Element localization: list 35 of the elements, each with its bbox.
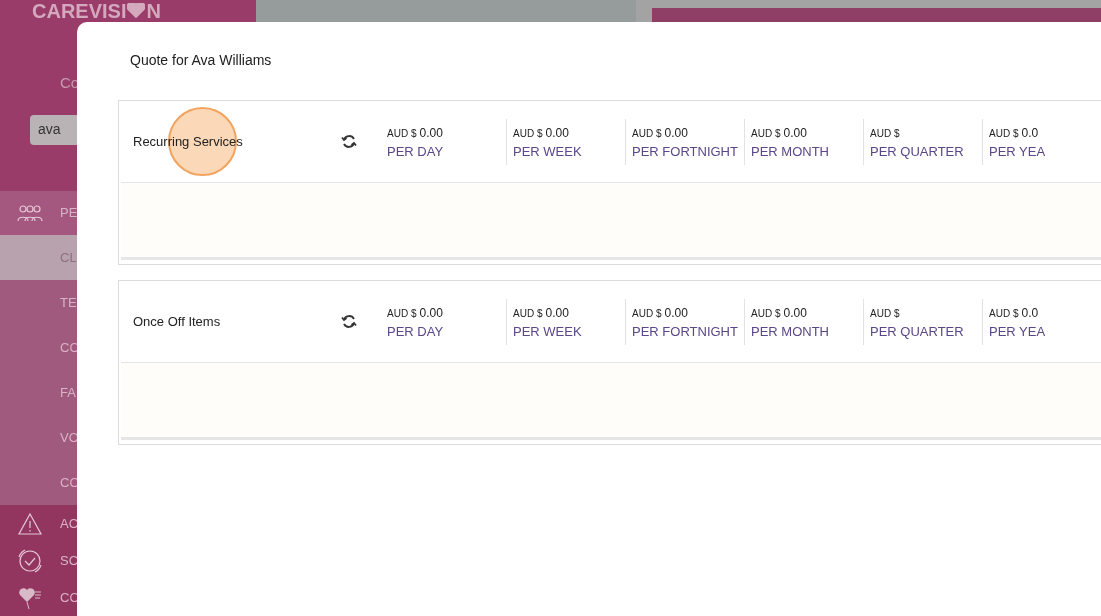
period-label: PER QUARTER xyxy=(870,142,965,161)
period-label: PER YEA xyxy=(989,322,1047,341)
period-label: PER DAY xyxy=(387,142,445,161)
period-label: PER FORTNIGHT xyxy=(632,142,739,161)
refresh-icon[interactable] xyxy=(341,313,358,330)
logo-text: CAREVISI xyxy=(32,0,127,21)
amount: AUD $ 0.00 xyxy=(513,124,570,142)
period-label: PER WEEK xyxy=(513,142,583,161)
period-label: PER WEEK xyxy=(513,322,583,341)
heart-icon xyxy=(127,2,146,19)
period-label: PER DAY xyxy=(387,322,445,341)
people-icon xyxy=(17,204,43,222)
amount: AUD $ 0.00 xyxy=(387,124,444,142)
dialog-title: Quote for Ava Williams xyxy=(130,51,273,70)
amount: AUD $ 0.0 xyxy=(989,304,1040,322)
amount: AUD $ 0.00 xyxy=(632,304,689,322)
section-title: Once Off Items xyxy=(132,312,222,331)
period-label: PER MONTH xyxy=(751,142,830,161)
amount: AUD $ 0.00 xyxy=(632,124,689,142)
warning-icon xyxy=(18,512,42,535)
amount: AUD $ xyxy=(870,306,901,321)
amount: AUD $ 0.0 xyxy=(989,124,1040,142)
balloon-heart-icon xyxy=(18,585,42,610)
amount: AUD $ 0.00 xyxy=(513,304,570,322)
clock-icon xyxy=(17,547,43,574)
amount: AUD $ xyxy=(870,126,901,141)
period-label: PER YEA xyxy=(989,142,1047,161)
period-label: PER MONTH xyxy=(751,322,830,341)
period-label: PER FORTNIGHT xyxy=(632,322,739,341)
amount: AUD $ 0.00 xyxy=(387,304,444,322)
period-label: PER QUARTER xyxy=(870,322,965,341)
refresh-icon[interactable] xyxy=(341,133,358,150)
logo-text: N xyxy=(146,0,161,21)
amount: AUD $ 0.00 xyxy=(751,124,808,142)
amount: AUD $ 0.00 xyxy=(751,304,808,322)
